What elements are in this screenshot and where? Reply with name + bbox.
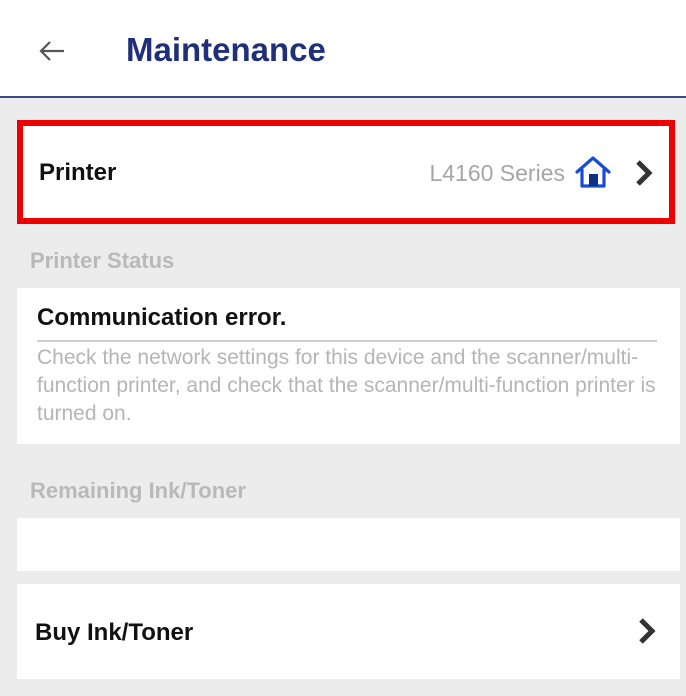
status-message: Check the network settings for this devi…: [37, 346, 656, 425]
app-header: Maintenance: [0, 0, 686, 98]
chevron-right-icon: [636, 160, 653, 186]
printer-label: Printer: [39, 159, 117, 186]
buy-ink-toner-label: Buy Ink/Toner: [35, 619, 194, 646]
page-title: Maintenance: [126, 31, 326, 68]
printer-model-value: L4160 Series: [429, 160, 565, 186]
back-button[interactable]: [34, 33, 70, 69]
printer-status-section-label: Printer Status: [30, 248, 175, 273]
status-title: Communication error.: [37, 304, 287, 331]
printer-selector-row[interactable]: Printer L4160 Series: [17, 120, 675, 224]
home-icon: [575, 156, 611, 188]
printer-status-card: Communication error. Check the network s…: [17, 288, 680, 444]
status-divider: [37, 340, 657, 342]
buy-ink-toner-row[interactable]: Buy Ink/Toner: [17, 584, 680, 679]
chevron-right-icon: [639, 618, 656, 644]
remaining-ink-card: [17, 518, 680, 571]
remaining-ink-section-label: Remaining Ink/Toner: [30, 478, 246, 503]
arrow-left-icon: [39, 41, 64, 61]
